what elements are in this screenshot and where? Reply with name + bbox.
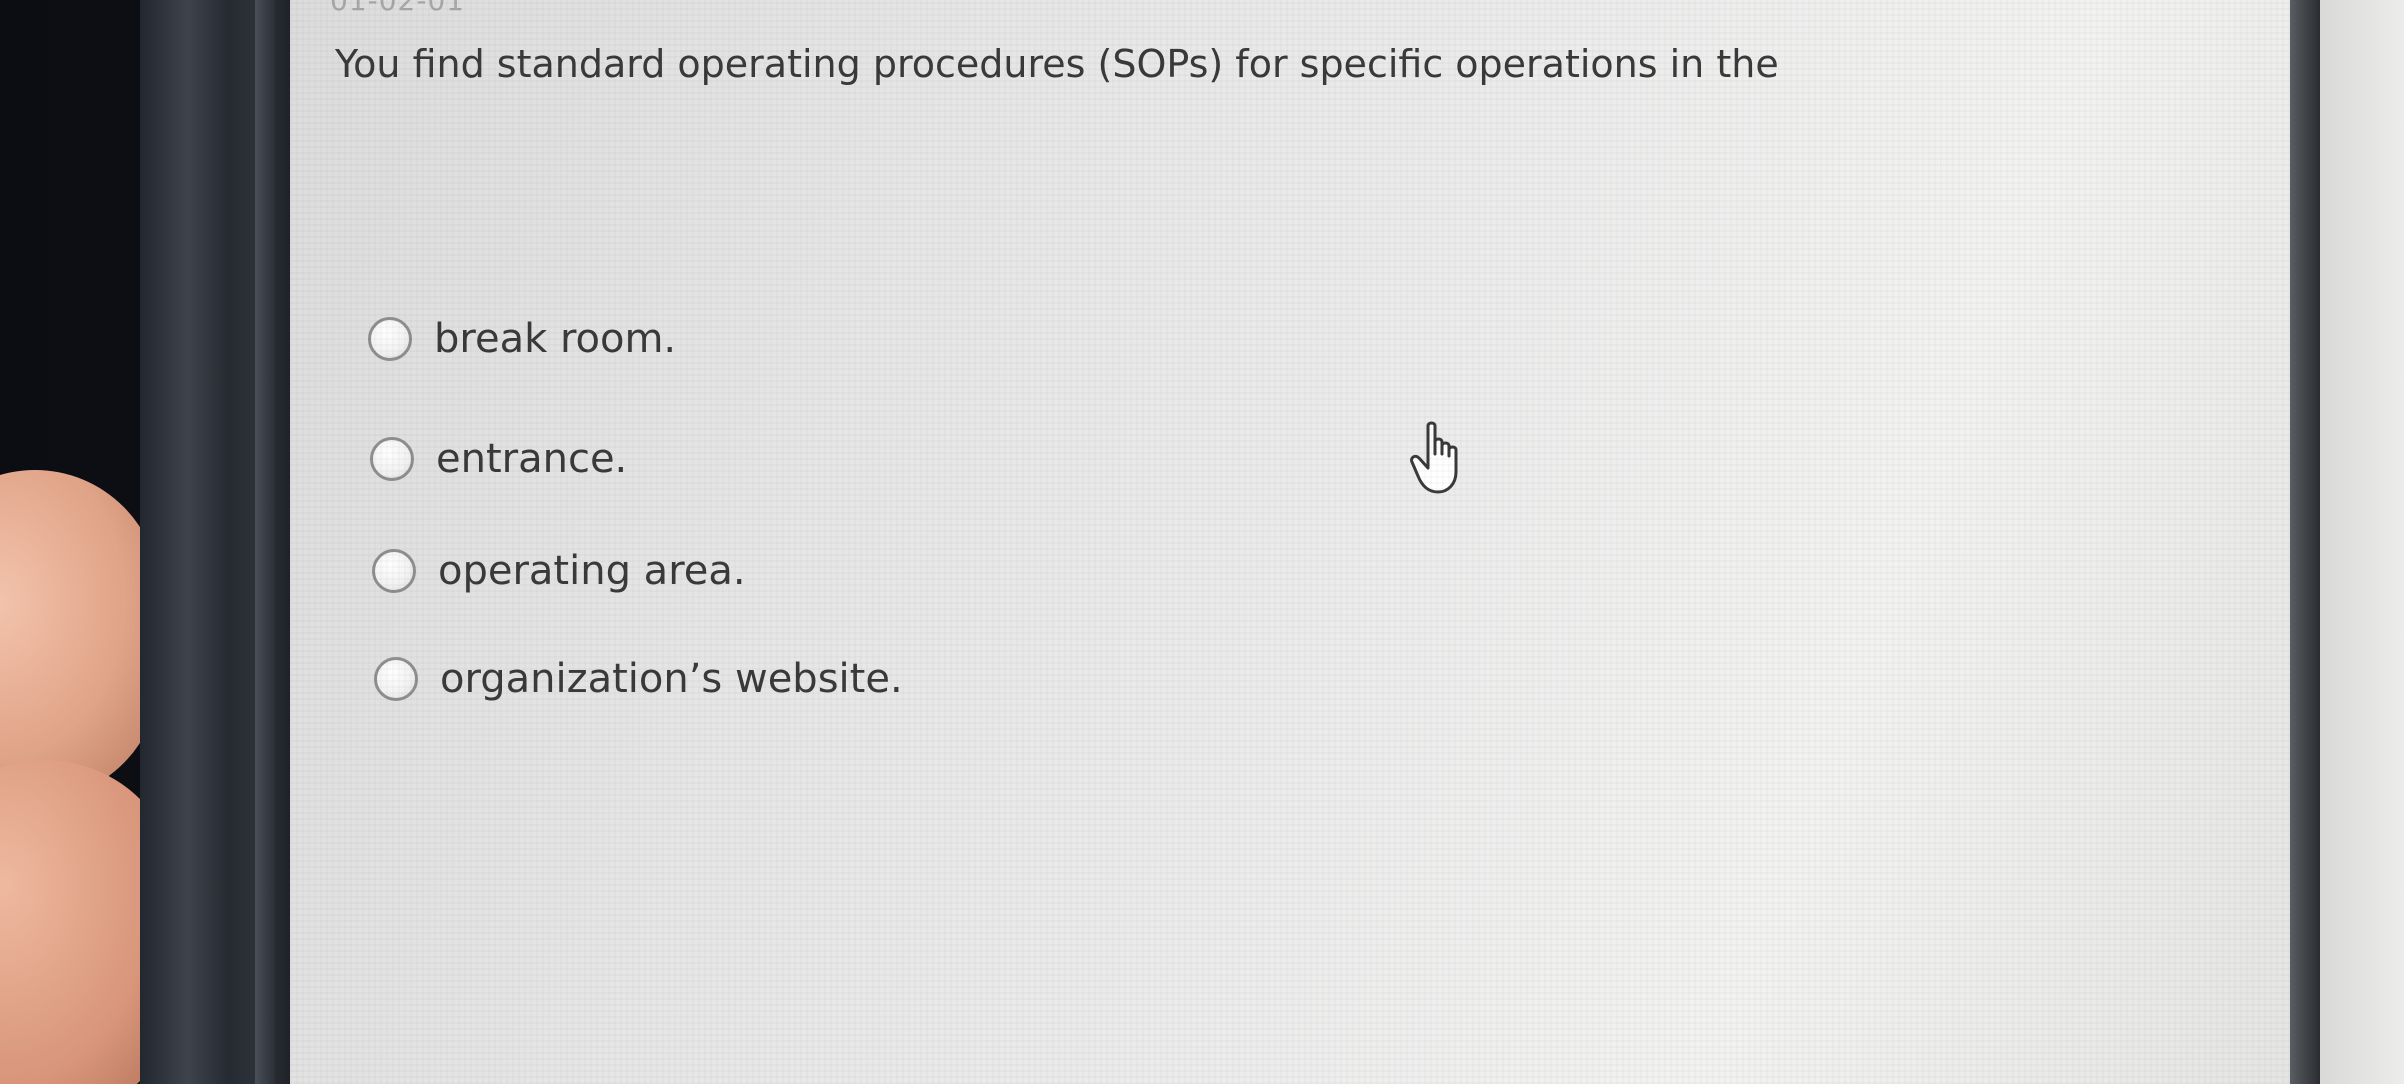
background-wall	[2320, 0, 2404, 1084]
quiz-screen: 01-02-01 You find standard operating pro…	[290, 0, 2310, 1084]
radio-button[interactable]	[368, 317, 412, 361]
question-number: 01-02-01	[330, 0, 466, 17]
monitor-bezel-edge	[255, 0, 275, 1084]
option-operating-area[interactable]: operating area.	[372, 548, 746, 594]
radio-button[interactable]	[372, 549, 416, 593]
option-break-room[interactable]: break room.	[368, 316, 676, 362]
monitor-frame-right	[2290, 0, 2320, 1084]
option-entrance[interactable]: entrance.	[370, 436, 627, 482]
question-text: You find standard operating procedures (…	[335, 42, 1779, 86]
radio-button[interactable]	[370, 437, 414, 481]
option-label: entrance.	[436, 436, 628, 482]
photo-scene: 01-02-01 You find standard operating pro…	[0, 0, 2404, 1084]
option-label: operating area.	[438, 548, 746, 594]
option-label: break room.	[434, 316, 677, 362]
hand-pointer-icon	[1410, 421, 1458, 494]
monitor-bezel	[140, 0, 300, 1084]
option-label: organization’s website.	[440, 656, 903, 702]
option-organizations-website[interactable]: organization’s website.	[374, 656, 903, 702]
finger	[0, 470, 160, 800]
radio-button[interactable]	[374, 657, 418, 701]
